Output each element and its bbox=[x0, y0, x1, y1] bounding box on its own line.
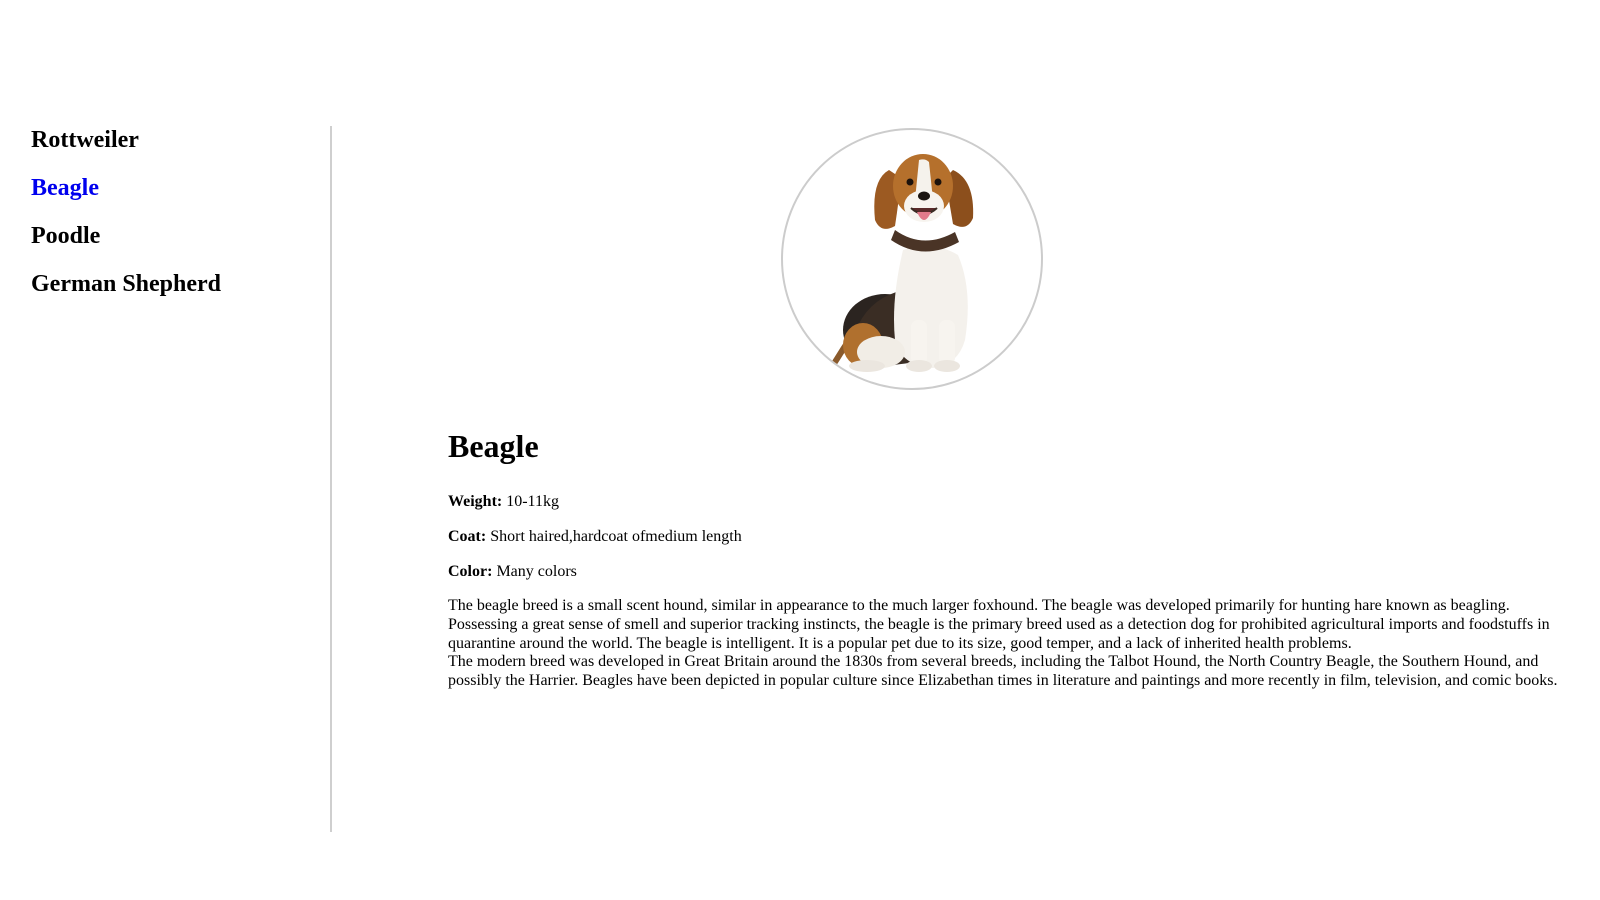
weight-field: Weight: 10-11kg bbox=[448, 492, 559, 512]
description-paragraph-2: The modern breed was developed in Great … bbox=[448, 653, 1558, 690]
weight-label: Weight: bbox=[448, 493, 503, 510]
coat-value: Short haired,hardcoat ofmedium length bbox=[490, 528, 742, 545]
weight-value: 10-11kg bbox=[506, 493, 559, 510]
color-label: Color: bbox=[448, 563, 493, 580]
breed-detail: Beagle Weight: 10-11kg Coat: Short haire… bbox=[332, 0, 1600, 900]
breed-sidebar: Rottweiler Beagle Poodle German Shepherd bbox=[0, 126, 332, 832]
sidebar-item-german-shepherd[interactable]: German Shepherd bbox=[31, 270, 221, 298]
sidebar-item-rottweiler[interactable]: Rottweiler bbox=[31, 126, 139, 154]
coat-label: Coat: bbox=[448, 528, 487, 545]
color-value: Many colors bbox=[496, 563, 577, 580]
sidebar-item-poodle[interactable]: Poodle bbox=[31, 222, 100, 250]
sidebar-item-beagle[interactable]: Beagle bbox=[31, 174, 99, 202]
beagle-photo-icon bbox=[832, 154, 974, 372]
color-field: Color: Many colors bbox=[448, 562, 577, 582]
coat-field: Coat: Short haired,hardcoat ofmedium len… bbox=[448, 527, 742, 547]
breed-description: The beagle breed is a small scent hound,… bbox=[448, 597, 1568, 691]
description-paragraph-1: The beagle breed is a small scent hound,… bbox=[448, 597, 1550, 652]
breed-title: Beagle bbox=[448, 428, 539, 464]
breed-photo bbox=[781, 128, 1043, 390]
